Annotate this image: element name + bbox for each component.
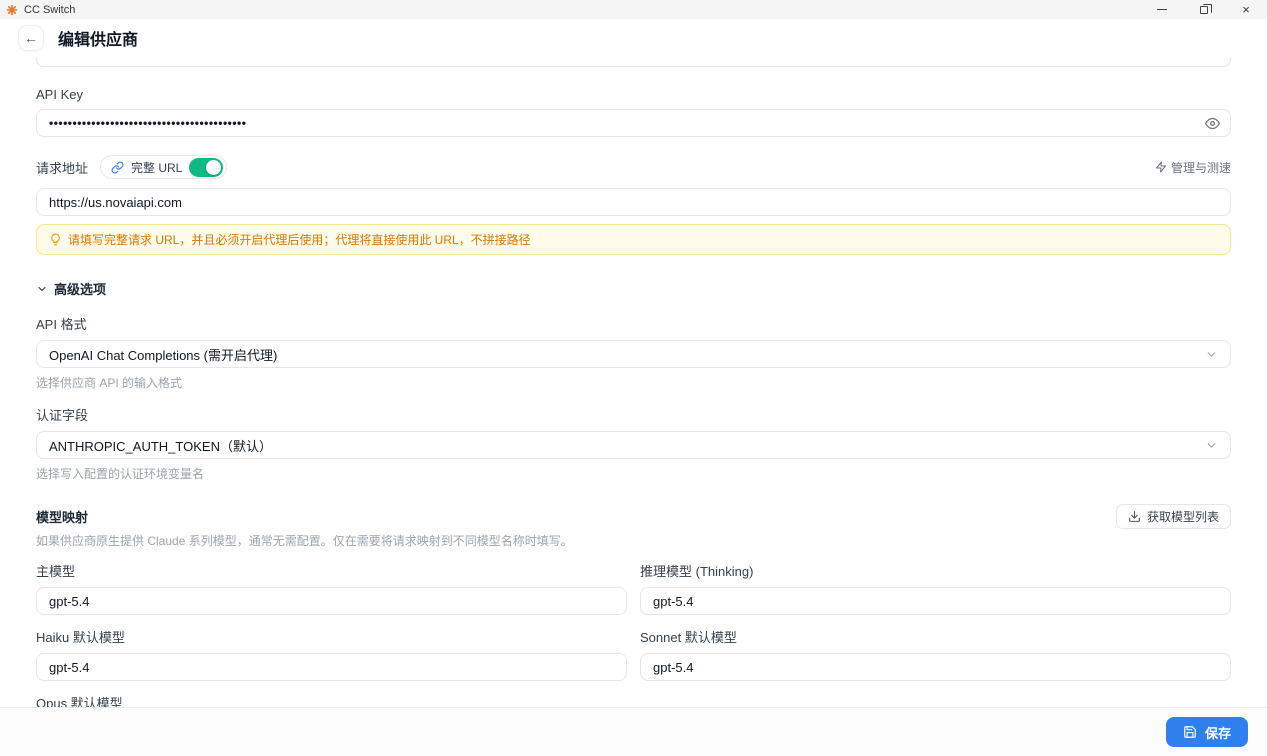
- back-button[interactable]: ←: [18, 25, 44, 51]
- chevron-down-icon: [1205, 439, 1218, 452]
- request-url-row: 请求地址 完整 URL 管理与测速: [36, 155, 1231, 179]
- api-key-input[interactable]: [36, 109, 1231, 137]
- provider-name-input-clipped[interactable]: [36, 57, 1231, 67]
- thinking-model-field: 推理模型 (Thinking): [640, 561, 1231, 615]
- download-icon: [1128, 510, 1141, 523]
- model-mapping-title: 模型映射: [36, 510, 89, 525]
- api-format-label: API 格式: [36, 317, 87, 332]
- fetch-model-list-label: 获取模型列表: [1146, 510, 1219, 524]
- app-logo-icon: [6, 4, 18, 16]
- full-url-hint: 请填写完整请求 URL，并且必须开启代理后使用；代理将直接使用此 URL，不拼接…: [36, 224, 1231, 255]
- haiku-model-field: Haiku 默认模型: [36, 627, 627, 681]
- close-button[interactable]: ×: [1225, 0, 1267, 19]
- main-model-field: 主模型: [36, 561, 627, 615]
- api-key-label: API Key: [36, 87, 83, 102]
- model-mapping-helper: 如果供应商原生提供 Claude 系列模型，通常无需配置。仅在需要将请求映射到不…: [36, 534, 573, 548]
- chevron-down-icon: [1205, 348, 1218, 361]
- auth-field-select[interactable]: ANTHROPIC_AUTH_TOKEN（默认）: [36, 431, 1231, 459]
- save-button-label: 保存: [1204, 725, 1231, 741]
- thinking-model-label: 推理模型 (Thinking): [640, 564, 754, 579]
- api-format-selected-value: OpenAI Chat Completions (需开启代理): [49, 347, 278, 363]
- eye-icon: [1204, 116, 1220, 131]
- main-model-label: 主模型: [36, 564, 76, 579]
- model-mapping-grid: 主模型 推理模型 (Thinking) Haiku 默认模型 Sonnet 默认…: [36, 561, 1231, 707]
- advanced-options-title: 高级选项: [54, 282, 107, 297]
- toggle-api-key-visibility-button[interactable]: [1202, 113, 1222, 133]
- footer-bar: 保存: [0, 707, 1267, 756]
- restore-icon: [1200, 3, 1212, 14]
- thinking-model-input[interactable]: [640, 587, 1231, 615]
- toggle-knob: [206, 159, 222, 175]
- request-url-input[interactable]: [36, 188, 1231, 216]
- fetch-model-list-button[interactable]: 获取模型列表: [1115, 504, 1231, 529]
- opus-model-label: Opus 默认模型: [36, 696, 123, 707]
- save-button[interactable]: 保存: [1165, 717, 1248, 747]
- auth-field-helper: 选择写入配置的认证环境变量名: [36, 467, 205, 481]
- sonnet-model-label: Sonnet 默认模型: [640, 630, 737, 645]
- window-title: CC Switch: [24, 3, 76, 16]
- minimize-button[interactable]: [1141, 0, 1183, 19]
- manage-and-speedtest-link[interactable]: 管理与测速: [1155, 159, 1231, 176]
- maximize-restore-button[interactable]: [1183, 0, 1225, 19]
- save-icon: [1183, 725, 1197, 739]
- api-format-helper: 选择供应商 API 的输入格式: [36, 376, 183, 390]
- link-icon: [111, 160, 124, 174]
- back-arrow-icon: ←: [24, 30, 38, 46]
- main-model-input[interactable]: [36, 587, 627, 615]
- edit-provider-form: API Key 请求地址 完整 URL: [0, 57, 1267, 707]
- lightbulb-icon: [49, 233, 62, 246]
- opus-model-field: Opus 默认模型: [36, 693, 627, 707]
- chevron-down-icon: [36, 283, 48, 295]
- request-url-label: 请求地址: [36, 160, 89, 176]
- full-url-toggle[interactable]: [189, 157, 224, 177]
- hint-text: 请填写完整请求 URL，并且必须开启代理后使用；代理将直接使用此 URL，不拼接…: [68, 233, 531, 247]
- advanced-options-toggle[interactable]: 高级选项: [36, 279, 1231, 298]
- auth-field-label: 认证字段: [36, 408, 89, 423]
- sonnet-model-field: Sonnet 默认模型: [640, 627, 1231, 681]
- minimize-icon: [1157, 9, 1167, 10]
- page-title: 编辑供应商: [58, 32, 139, 49]
- page-header: ← 编辑供应商: [0, 19, 1267, 57]
- manage-link-label: 管理与测速: [1170, 160, 1231, 175]
- close-icon: ×: [1242, 2, 1250, 17]
- full-url-mode-pill: 完整 URL: [100, 155, 228, 179]
- sonnet-model-input[interactable]: [640, 653, 1231, 681]
- haiku-model-input[interactable]: [36, 653, 627, 681]
- haiku-model-label: Haiku 默认模型: [36, 630, 125, 645]
- auth-field-selected-value: ANTHROPIC_AUTH_TOKEN（默认）: [49, 438, 272, 454]
- full-url-badge-label: 完整 URL: [131, 160, 183, 175]
- window-titlebar: CC Switch ×: [0, 0, 1267, 19]
- zap-icon: [1155, 161, 1167, 173]
- api-format-select[interactable]: OpenAI Chat Completions (需开启代理): [36, 340, 1231, 368]
